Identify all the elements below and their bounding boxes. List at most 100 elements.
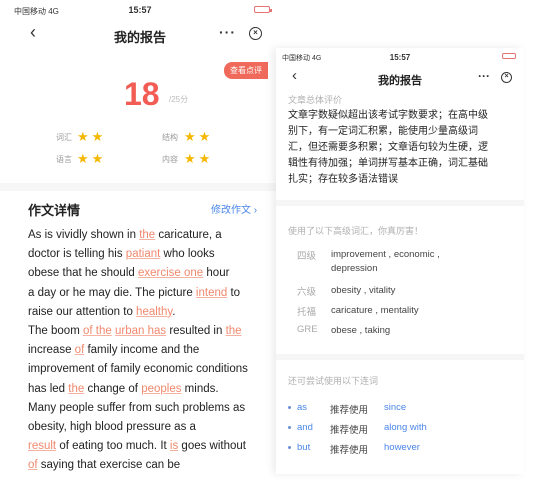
essay-text: goes without [178,440,246,453]
nav-bar: ‹ 我的报告 ··· × [0,18,280,48]
vocab-level: GRE [297,324,318,335]
error-highlight[interactable]: of [28,459,38,471]
vocab-level: 六级 [297,287,317,298]
star-icon: ★★ [184,129,214,144]
essay-text: change of [84,382,142,395]
essay-text: to [227,286,241,299]
essay-text: Many people suffer from such problems as [28,401,246,414]
essay-line: a day or he may die. The picture intend … [28,284,272,303]
essay-text: family income and the [84,344,200,357]
error-highlight[interactable]: patiant [126,248,161,260]
bullet-icon [288,426,291,429]
vocab-words: caricature , mentality [331,305,419,316]
essay-line: obesity, high blood pressure as a [28,418,272,437]
vocab-level: 托福 [297,307,317,318]
essay-text: improvement of family economic condition… [28,363,248,376]
section-divider [276,200,524,206]
essay-line: The boom of the urban has resulted in th… [28,322,272,341]
category-label: 语言 [56,155,72,164]
essay-line: obese that he should exercise one hour [28,264,272,283]
overall-eval-text: 文章字数疑似超出该考试字数要求；在高中级 别下，有一定词汇积累，能使用少量高级词… [288,110,488,185]
report-screen-main: 中国移动 4G 15:57 ‹ 我的报告 ··· × 查看点评 18 /25分 … [0,0,280,482]
close-icon[interactable]: × [249,27,262,40]
score-value: 18 [124,76,160,112]
suggested-word: along with [384,422,427,433]
essay-text: doctor is telling his [28,248,126,261]
essay-line: result of eating too much. It is goes wi… [28,437,272,456]
category-label: 结构 [162,133,178,142]
connectors-title: 还可尝试使用以下连词 [288,376,379,386]
used-word: but [297,442,311,453]
section-divider [0,183,280,191]
category-label: 词汇 [56,133,72,142]
star-icon: ★★ [184,151,214,166]
clock: 15:57 [128,5,152,15]
recommend-label: 推荐使用 [330,405,369,416]
essay-text: obese that he should [28,267,138,280]
error-highlight[interactable]: intend [196,287,227,299]
essay-text: minds. [181,382,219,395]
error-highlight[interactable]: of [75,344,85,356]
error-highlight[interactable]: of the [83,325,112,337]
clock: 15:57 [389,53,411,62]
close-icon[interactable]: × [501,72,512,83]
error-highlight[interactable]: the [68,383,84,395]
star-icon: ★★ [77,129,107,144]
page-title: 我的报告 [113,30,166,45]
star-icon: ★★ [77,151,107,166]
edit-essay-link[interactable]: 修改作文 › [211,201,257,216]
essay-text: The boom [28,325,83,338]
error-highlight[interactable]: healthy [136,306,172,318]
suggested-word: since [384,402,407,413]
more-icon[interactable]: ··· [478,69,490,83]
bullet-icon [288,446,291,449]
vocab-level: 四级 [297,251,317,262]
essay-text: increase [28,344,75,357]
used-word: and [297,422,313,433]
report-screen-evaluation: 中国移动 4G 15:57 ‹ 我的报告 ··· × 文章总体评价 文章字数疑似… [276,48,524,474]
essay-text: hour [203,267,230,280]
essay-text: a day or he may die. The picture [28,286,196,299]
essay-text: . [172,305,176,318]
essay-text: caricature, a [155,229,222,241]
category-label: 内容 [162,155,178,164]
error-highlight[interactable]: is [170,440,178,452]
view-comment-button[interactable]: 查看点评 [224,62,268,79]
suggested-word: however [384,442,420,453]
battery-icon [254,6,272,13]
used-word: as [297,402,308,413]
essay-text: who looks [160,248,215,261]
essay-line: raise our attention to healthy. [28,303,272,322]
essay-text: raise our attention to [28,305,137,318]
error-highlight[interactable]: peoples [141,383,181,395]
advanced-vocab-title: 使用了以下高级词汇，你真厉害！ [288,226,424,236]
more-icon[interactable]: ··· [219,24,236,40]
essay-line: doctor is telling his patiant who looks [28,245,272,264]
nav-bar: ‹ 我的报告 ··· × [276,64,524,90]
essay-text: has led [28,382,69,395]
bullet-icon [288,406,291,409]
section-divider [276,354,524,360]
error-highlight[interactable]: exercise one [138,267,203,279]
essay-line: As is vividly shown in the caricature, a [28,226,272,245]
essay-line: of saying that exercise can be [28,456,272,475]
status-bar: 中国移动 4G 15:57 [276,48,524,64]
error-highlight[interactable]: the [139,229,155,241]
essay-text: obesity, high blood pressure as a [28,421,196,434]
essay-text: of eating too much. It [56,440,170,453]
battery-icon [502,53,516,59]
essay-line: has led the change of peoples minds. [28,380,272,399]
essay-line: increase of family income and the [28,341,272,360]
error-highlight[interactable]: result [28,440,56,452]
vocab-words: obese , taking [331,325,391,336]
essay-detail-heading: 作文详情 [28,203,81,218]
essay-text: saying that exercise can be [37,459,181,472]
score-total: /25分 [169,95,189,104]
status-bar: 中国移动 4G 15:57 [0,0,280,18]
essay-line: improvement of family economic condition… [28,360,272,379]
vocab-words: improvement , economic , depression [331,249,440,274]
error-highlight[interactable]: the [226,325,242,337]
error-highlight[interactable]: urban has [115,325,166,337]
essay-text: resulted in [166,325,226,338]
recommend-label: 推荐使用 [330,445,369,456]
